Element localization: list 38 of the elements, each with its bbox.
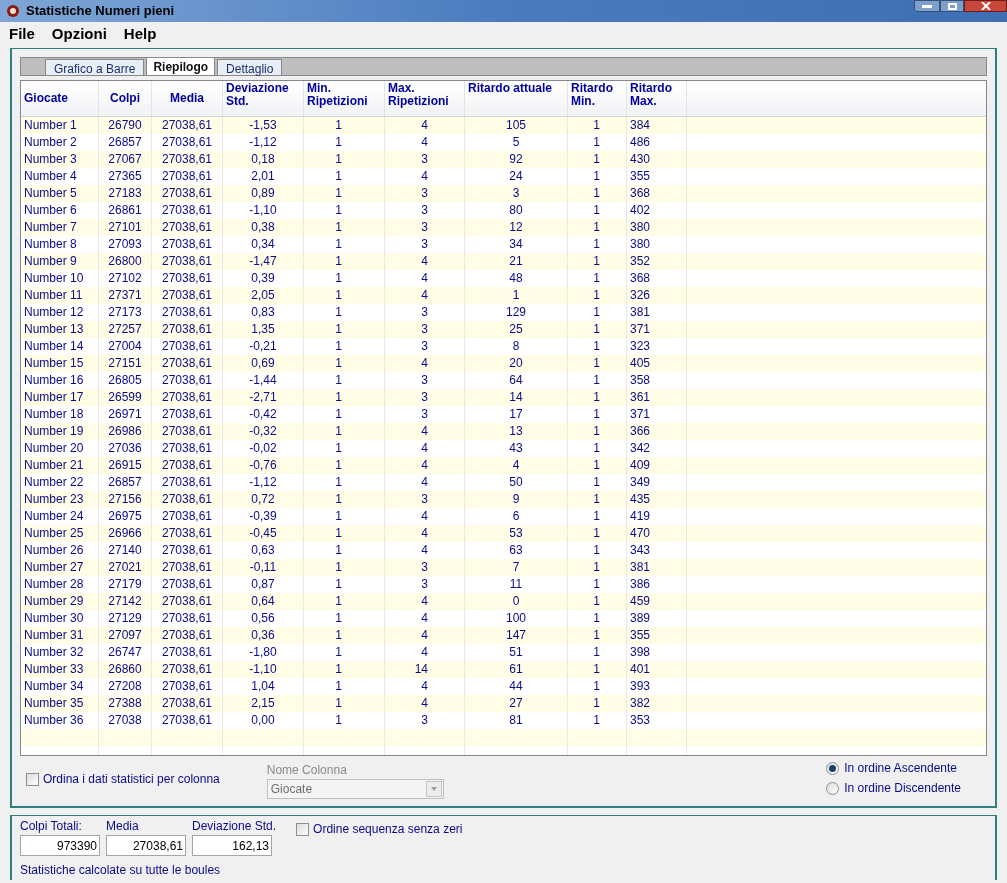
checkbox[interactable] [296,822,310,836]
radio-button[interactable] [826,761,840,775]
column-header[interactable]: Deviazione Std. [223,81,304,116]
tab[interactable]: Grafico a Barre [45,59,145,75]
minimize-button[interactable] [914,0,940,12]
column-header[interactable]: Ritardo attuale [465,81,568,116]
close-button[interactable] [964,0,1007,12]
caret-icon [425,781,442,797]
tab[interactable]: Dettaglio [217,59,283,75]
radio-button[interactable] [826,781,840,795]
radio-label: In ordine Ascendente [844,760,957,777]
total-field[interactable]: 27038,61 [106,835,186,856]
column-header[interactable]: Colpi [99,81,152,116]
maximize-button[interactable] [940,0,964,12]
app-icon [6,4,20,18]
column-header[interactable]: Ritardo Max. [627,81,687,116]
column-header[interactable]: Ritardo Min. [568,81,627,116]
menu-item[interactable]: File [9,22,35,46]
close-icon [980,2,991,10]
column-header[interactable]: Media [152,81,223,116]
radio-label: In ordine Discendente [844,780,961,797]
window-title: Statistiche Numeri pieni [26,2,175,21]
total-field[interactable]: 162,13 [192,835,272,856]
column-header[interactable]: Min. Ripetizioni [304,81,385,116]
checkbox[interactable] [26,772,39,786]
tab[interactable]: Riepilogo [146,57,216,75]
checkbox-label: Ordina i dati statistici per colonna [43,771,220,788]
field-label: Media [106,818,140,835]
column-header[interactable]: Max. Ripetizioni [385,81,465,116]
column-header[interactable]: Giocate [21,81,99,116]
menu-item[interactable]: Opzioni [51,22,107,46]
field-label: Deviazione Std. [192,818,277,835]
status-note: Statistiche calcolate su tutte le boules [20,862,222,879]
total-field[interactable]: 973390 [20,835,100,856]
checkbox-label: Ordine sequenza senza zeri [313,821,463,838]
menu-item[interactable]: Help [123,22,157,46]
field-label: Nome Colonna [266,762,348,779]
field-label: Colpi Totali: [20,818,83,835]
